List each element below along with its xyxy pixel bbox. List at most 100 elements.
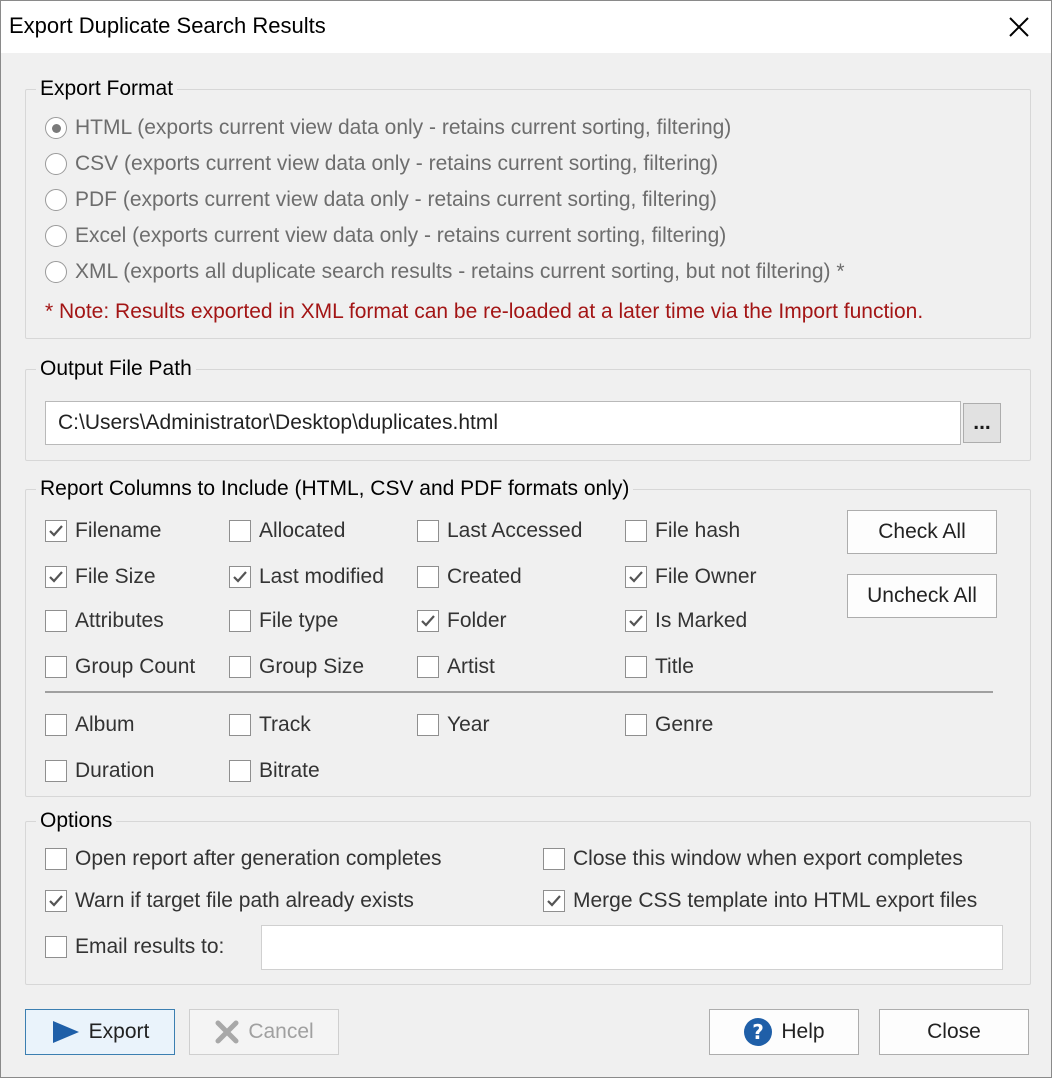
column-option-bitrate[interactable]: Bitrate [229,759,320,783]
format-option-pdf[interactable]: PDF (exports current view data only - re… [45,188,717,212]
column-option-album[interactable]: Album [45,713,135,737]
checkbox-label: Is Marked [655,609,748,632]
check-all-button[interactable]: Check All [847,510,997,554]
column-option-duration[interactable]: Duration [45,759,154,783]
format-option-csv[interactable]: CSV (exports current view data only - re… [45,152,718,176]
option-email-results-to[interactable]: Email results to: [45,935,224,959]
radio-xml[interactable] [45,261,67,283]
checkbox-label: File Owner [655,565,757,588]
column-option-attributes[interactable]: Attributes [45,609,164,633]
column-option-file-hash[interactable]: File hash [625,519,740,543]
column-option-is-marked[interactable]: Is Marked [625,609,747,633]
help-button[interactable]: ? Help [709,1009,859,1055]
option-open-report-after-generation-completes[interactable]: Open report after generation completes [45,847,442,871]
checkbox[interactable] [417,566,439,588]
checkbox[interactable] [45,656,67,678]
checkbox[interactable] [625,656,647,678]
column-option-title[interactable]: Title [625,655,694,679]
checkbox[interactable] [45,714,67,736]
checkbox[interactable] [625,566,647,588]
help-question-icon: ? [744,1018,773,1046]
column-option-filename[interactable]: Filename [45,519,161,543]
checkbox-label: File type [259,609,339,632]
radio-excel[interactable] [45,225,67,247]
column-option-artist[interactable]: Artist [417,655,495,679]
cancel-x-icon [215,1020,239,1044]
option-close-this-window-when-export-completes[interactable]: Close this window when export completes [543,847,963,871]
checkbox[interactable] [625,520,647,542]
column-option-year[interactable]: Year [417,713,489,737]
close-button[interactable]: Close [879,1009,1029,1055]
checkbox[interactable] [229,610,251,632]
checkbox[interactable] [543,848,565,870]
column-option-last-accessed[interactable]: Last Accessed [417,519,582,543]
checkbox-label: Bitrate [259,759,320,782]
format-option-label: PDF (exports current view data only - re… [75,188,717,211]
column-option-file-type[interactable]: File type [229,609,338,633]
column-option-last-modified[interactable]: Last modified [229,565,384,589]
checkbox[interactable] [417,714,439,736]
checkbox-label: Filename [75,519,162,542]
checkbox-label: Track [259,713,311,736]
column-option-file-size[interactable]: File Size [45,565,156,589]
checkbox[interactable] [229,566,251,588]
checkbox-label: Email results to: [75,935,225,958]
column-option-genre[interactable]: Genre [625,713,713,737]
uncheck-all-button[interactable]: Uncheck All [847,574,997,618]
export-dialog: Export Duplicate Search Results Export F… [0,0,1052,1078]
checkbox[interactable] [417,520,439,542]
checkbox[interactable] [543,890,565,912]
radio-csv[interactable] [45,153,67,175]
option-warn-if-target-file-path-already-exists[interactable]: Warn if target file path already exists [45,889,414,913]
title-bar: Export Duplicate Search Results [1,1,1051,53]
checkbox[interactable] [229,656,251,678]
format-option-label: Excel (exports current view data only - … [75,224,727,247]
column-option-group-count[interactable]: Group Count [45,655,195,679]
column-option-group-size[interactable]: Group Size [229,655,364,679]
checkbox-label: Duration [75,759,155,782]
checkbox[interactable] [45,848,67,870]
column-option-created[interactable]: Created [417,565,522,589]
checkbox[interactable] [229,520,251,542]
checkbox-label: Last modified [259,565,384,588]
email-input[interactable] [261,925,1003,970]
checkbox[interactable] [45,890,67,912]
checkbox[interactable] [45,566,67,588]
radio-html[interactable] [45,117,67,139]
checkbox-label: Open report after generation completes [75,847,442,870]
cancel-button[interactable]: Cancel [189,1009,339,1055]
checkbox[interactable] [625,714,647,736]
checkbox[interactable] [45,760,67,782]
radio-pdf[interactable] [45,189,67,211]
checkbox[interactable] [229,714,251,736]
format-option-label: HTML (exports current view data only - r… [75,116,732,139]
column-option-file-owner[interactable]: File Owner [625,565,757,589]
xml-note: * Note: Results exported in XML format c… [45,300,924,323]
output-path-input[interactable]: C:\Users\Administrator\Desktop\duplicate… [45,401,961,445]
checkbox[interactable] [417,656,439,678]
format-option-excel[interactable]: Excel (exports current view data only - … [45,224,726,248]
column-option-folder[interactable]: Folder [417,609,507,633]
checkbox-label: Attributes [75,609,164,632]
checkbox[interactable] [417,610,439,632]
checkbox[interactable] [625,610,647,632]
checkbox[interactable] [45,520,67,542]
checkbox-label: Title [655,655,694,678]
cancel-button-label: Cancel [248,1020,314,1043]
format-option-html[interactable]: HTML (exports current view data only - r… [45,116,731,140]
checkbox-label: File hash [655,519,741,542]
column-option-track[interactable]: Track [229,713,311,737]
close-icon[interactable] [999,7,1039,47]
checkbox[interactable] [45,936,67,958]
export-button[interactable]: Export [25,1009,175,1055]
export-format-legend: Export Format [36,76,178,102]
browse-button[interactable]: ... [963,403,1001,443]
checkbox[interactable] [229,760,251,782]
checkbox-label: Group Count [75,655,196,678]
output-path-legend: Output File Path [36,356,196,382]
help-button-label: Help [781,1020,825,1043]
column-option-allocated[interactable]: Allocated [229,519,345,543]
format-option-xml[interactable]: XML (exports all duplicate search result… [45,260,845,284]
option-merge-css-template-into-html-export-files[interactable]: Merge CSS template into HTML export file… [543,889,977,913]
checkbox[interactable] [45,610,67,632]
